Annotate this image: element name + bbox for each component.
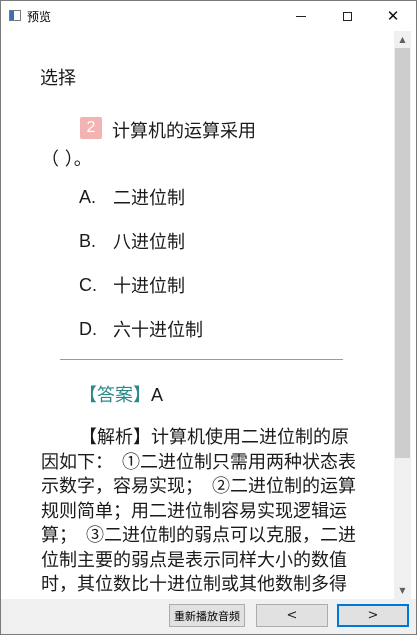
analysis-text: 【解析】计算机使用二进位制的原因如下： ①二进位制只需用两种状态表示数字，容易实… <box>41 427 356 599</box>
close-button[interactable]: ✕ <box>370 1 416 31</box>
maximize-icon <box>342 11 352 21</box>
question-text: 计算机的运算采用 <box>112 121 256 142</box>
bottom-toolbar: 重新播放音频 < > <box>1 599 416 634</box>
option-text: 八进位制 <box>113 232 185 253</box>
vertical-scrollbar[interactable]: ▲ ▼ <box>394 31 411 599</box>
section-title: 选择 <box>40 68 76 89</box>
option-text: 六十进位制 <box>113 320 203 341</box>
divider <box>60 359 343 360</box>
option-text: 二进位制 <box>113 188 185 209</box>
minimize-icon <box>296 15 306 17</box>
window-title: 预览 <box>27 10 52 24</box>
option-letter: C. <box>79 274 97 295</box>
answer-label: 【答案】 <box>79 385 151 406</box>
preview-window: 预览 ✕ 选择 2 计算机的运算采用 （ ）。 A. 二进位制 B. 八进位制 … <box>0 0 417 635</box>
maximize-button[interactable] <box>324 1 370 31</box>
scroll-down-arrow-icon[interactable]: ▼ <box>394 582 411 599</box>
chevron-left-icon: < <box>286 608 298 623</box>
close-icon: ✕ <box>386 6 400 25</box>
replay-audio-button[interactable]: 重新播放音频 <box>169 604 245 627</box>
answer-value: A <box>151 385 164 405</box>
option-letter: A. <box>79 186 97 207</box>
question-blank: （ ）。 <box>41 149 92 170</box>
answer-line: 【答案】A <box>79 381 163 407</box>
app-icon <box>9 10 21 21</box>
option-c[interactable]: C. 十进位制 <box>79 272 185 298</box>
option-letter: B. <box>79 230 97 251</box>
option-d[interactable]: D. 六十进位制 <box>79 316 203 342</box>
minimize-button[interactable] <box>278 1 324 31</box>
option-b[interactable]: B. 八进位制 <box>79 228 185 254</box>
scroll-up-arrow-icon[interactable]: ▲ <box>394 31 411 48</box>
content-area: 选择 2 计算机的运算采用 （ ）。 A. 二进位制 B. 八进位制 C. 十进… <box>1 31 394 599</box>
next-button[interactable]: > <box>337 604 409 627</box>
chevron-right-icon: > <box>367 608 379 623</box>
option-a[interactable]: A. 二进位制 <box>79 184 185 210</box>
option-text: 十进位制 <box>113 276 185 297</box>
previous-button[interactable]: < <box>256 604 328 627</box>
question-number-badge: 2 <box>80 117 102 139</box>
option-letter: D. <box>79 318 97 339</box>
scroll-thumb[interactable] <box>395 48 410 458</box>
title-bar: 预览 ✕ <box>1 1 416 31</box>
